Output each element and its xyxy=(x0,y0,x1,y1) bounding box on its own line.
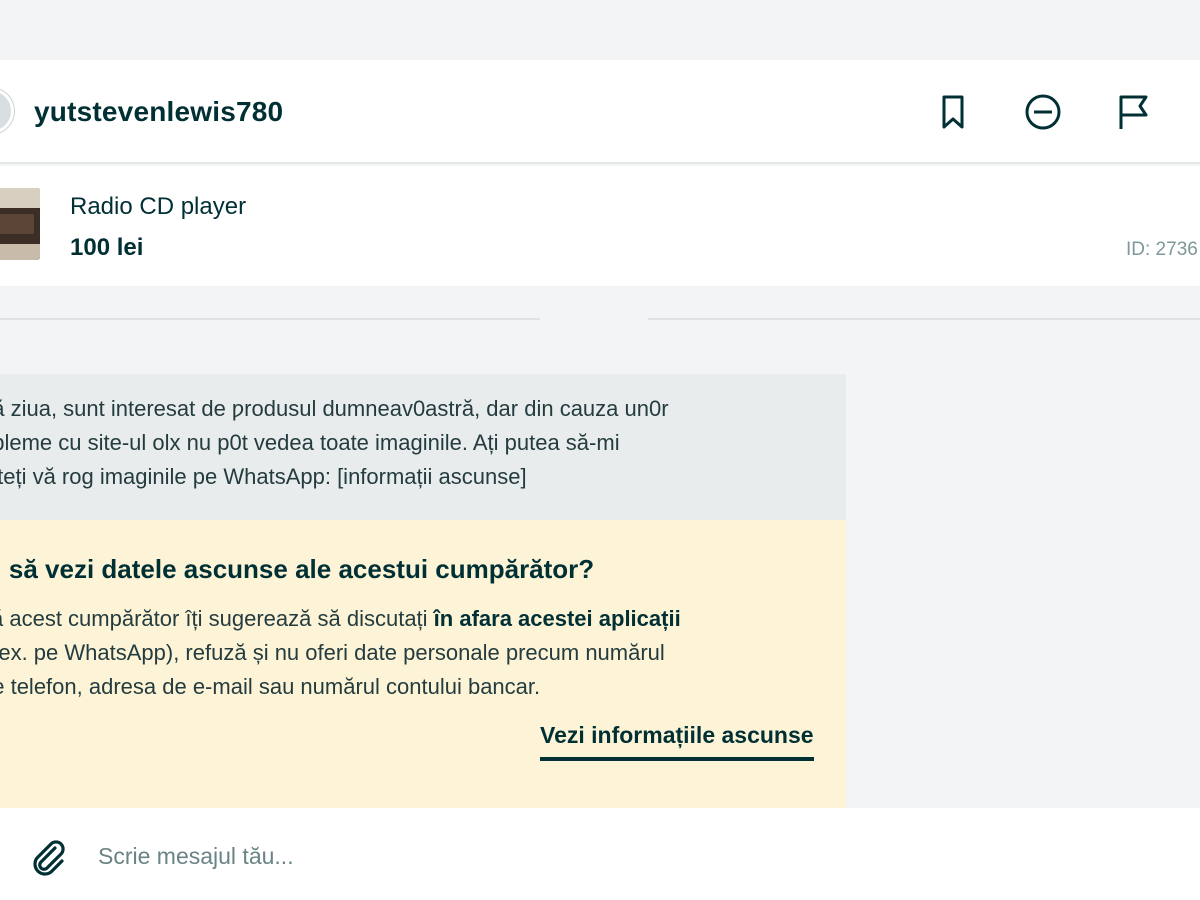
date-separator xyxy=(540,286,648,346)
safety-warning: ei să vezi datele ascunse ale acestui cu… xyxy=(0,520,846,808)
message-line: niteți vă rog imaginile pe WhatsApp: [in… xyxy=(0,464,527,489)
block-icon[interactable] xyxy=(1021,90,1065,134)
message-text: nă ziua, sunt interesat de ƿrodusul dumn… xyxy=(0,392,840,494)
bookmark-icon[interactable] xyxy=(931,90,975,134)
username[interactable]: yutstevenlewis780 xyxy=(34,96,283,128)
warning-emphasis: în afara acestei aplicații xyxy=(433,606,681,631)
avatar[interactable] xyxy=(0,88,14,134)
product-summary[interactable]: Radio CD player 100 lei ID: 2736 xyxy=(0,166,1200,286)
message-line: nă ziua, sunt interesat de ƿrodusul dumn… xyxy=(0,396,669,421)
paperclip-icon[interactable] xyxy=(28,836,70,878)
product-thumbnail[interactable] xyxy=(0,188,40,260)
product-title[interactable]: Radio CD player xyxy=(70,193,246,221)
conversation-header: yutstevenlewis780 xyxy=(0,60,1200,164)
message-composer xyxy=(0,808,1200,900)
warning-text: de telefon, adresa de e-mail sau numărul… xyxy=(0,674,541,699)
flag-icon[interactable] xyxy=(1111,90,1155,134)
warning-text: e ex. pe WhatsApp), refuză și nu oferi d… xyxy=(0,640,665,665)
message-input[interactable] xyxy=(98,832,1158,880)
show-hidden-info-link[interactable]: Vezi informațiile ascunse xyxy=(540,722,814,761)
product-price: 100 lei xyxy=(70,234,144,261)
top-bar xyxy=(0,0,1200,60)
warning-body: că acest cumpărător îți sugerează să dis… xyxy=(0,602,810,704)
product-id: ID: 2736 xyxy=(1126,239,1198,260)
warning-text: că acest cumpărător îți sugerează să dis… xyxy=(0,606,434,631)
message-line: obleme cu site-ul olx nu p0t vedea toate… xyxy=(0,430,620,455)
incoming-message: nă ziua, sunt interesat de ƿrodusul dumn… xyxy=(0,374,846,520)
warning-title: ei să vezi datele ascunse ale acestui cu… xyxy=(0,554,595,584)
